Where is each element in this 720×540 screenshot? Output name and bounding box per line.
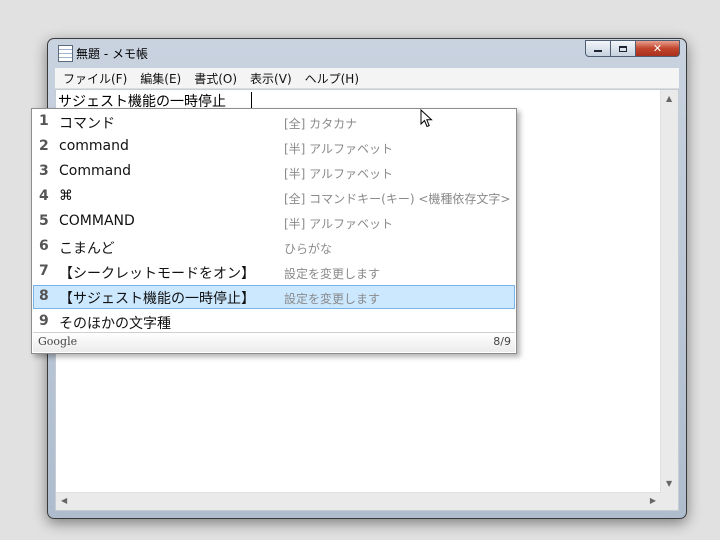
scroll-down-icon[interactable]: ▼ — [666, 480, 672, 488]
candidate-number: 8 — [39, 288, 49, 304]
scroll-up-icon[interactable]: ▲ — [666, 95, 672, 103]
vertical-scrollbar[interactable]: ▲ ▼ — [660, 90, 678, 493]
mouse-pointer-icon — [420, 109, 433, 128]
candidate-number: 2 — [39, 138, 49, 154]
minimize-button[interactable] — [585, 40, 611, 57]
candidate-description: ひらがな — [284, 242, 333, 256]
candidate-number: 9 — [39, 313, 49, 329]
candidate-text: command — [59, 138, 129, 154]
candidate-description: [半] アルファベット — [284, 167, 394, 181]
candidate-description: [半] アルファベット — [284, 142, 394, 156]
candidate-text: こまんど — [59, 241, 115, 257]
candidate-text: Command — [59, 163, 131, 179]
candidate-text: 【サジェスト機能の一時停止】 — [59, 291, 255, 307]
notepad-icon — [58, 45, 73, 62]
candidate-number: 4 — [39, 188, 49, 204]
window-title: 無題 - メモ帳 — [76, 47, 148, 61]
candidate-row[interactable]: 6 こまんど ひらがな — [33, 235, 515, 259]
menu-help[interactable]: ヘルプ(H) — [300, 70, 364, 87]
ime-suggestion-popup: 1 コマンド [全] カタカナ 2 command [半] アルファベット 3 … — [31, 108, 517, 354]
candidate-row[interactable]: 4 ⌘ [全] コマンドキー(キー) <機種依存文字> — [33, 185, 515, 209]
google-logo: Google — [38, 335, 78, 348]
menu-format[interactable]: 書式(O) — [189, 70, 242, 87]
candidate-row[interactable]: 5 COMMAND [半] アルファベット — [33, 210, 515, 234]
candidate-number: 5 — [39, 213, 49, 229]
menu-file[interactable]: ファイル(F) — [58, 70, 132, 87]
caption-buttons: ✕ — [585, 40, 680, 57]
menu-view[interactable]: 表示(V) — [245, 70, 297, 87]
candidate-number: 1 — [39, 113, 49, 129]
candidate-text: 【シークレットモードをオン】 — [59, 266, 255, 282]
menu-edit[interactable]: 編集(E) — [135, 70, 186, 87]
candidate-description: [半] アルファベット — [284, 217, 394, 231]
close-button[interactable]: ✕ — [636, 40, 680, 57]
title-bar[interactable]: 無題 - メモ帳 ✕ — [48, 39, 686, 67]
candidate-row-selected[interactable]: 8 【サジェスト機能の一時停止】 設定を変更します — [33, 285, 515, 309]
candidate-row[interactable]: 9 そのほかの文字種 — [33, 310, 515, 334]
candidate-row[interactable]: 2 command [半] アルファベット — [33, 135, 515, 159]
menu-bar: ファイル(F) 編集(E) 書式(O) 表示(V) ヘルプ(H) — [55, 68, 679, 89]
maximize-icon — [619, 45, 627, 52]
candidate-text: そのほかの文字種 — [59, 316, 171, 332]
close-icon: ✕ — [652, 42, 663, 55]
candidate-row[interactable]: 1 コマンド [全] カタカナ — [33, 110, 515, 134]
scroll-left-icon[interactable]: ◀ — [61, 497, 67, 505]
candidate-number: 3 — [39, 163, 49, 179]
candidate-text: ⌘ — [59, 188, 73, 204]
maximize-button[interactable] — [611, 40, 636, 57]
horizontal-scrollbar[interactable]: ◀ ▶ — [56, 492, 661, 510]
resize-grip[interactable] — [661, 493, 678, 510]
candidate-number: 7 — [39, 263, 49, 279]
candidate-count: 8/9 — [493, 335, 511, 348]
candidate-description: [全] コマンドキー(キー) <機種依存文字> — [284, 192, 511, 206]
text-caret — [251, 92, 252, 109]
candidate-row[interactable]: 3 Command [半] アルファベット — [33, 160, 515, 184]
scroll-right-icon[interactable]: ▶ — [650, 497, 656, 505]
candidate-description: [全] カタカナ — [284, 117, 358, 131]
candidate-description: 設定を変更します — [284, 267, 381, 281]
candidate-description: 設定を変更します — [284, 292, 381, 306]
candidate-text: COMMAND — [59, 213, 135, 229]
candidate-text: コマンド — [59, 116, 115, 132]
popup-footer: Google 8/9 — [33, 332, 515, 352]
candidate-row[interactable]: 7 【シークレットモードをオン】 設定を変更します — [33, 260, 515, 284]
minimize-icon — [594, 50, 602, 52]
candidate-number: 6 — [39, 238, 49, 254]
